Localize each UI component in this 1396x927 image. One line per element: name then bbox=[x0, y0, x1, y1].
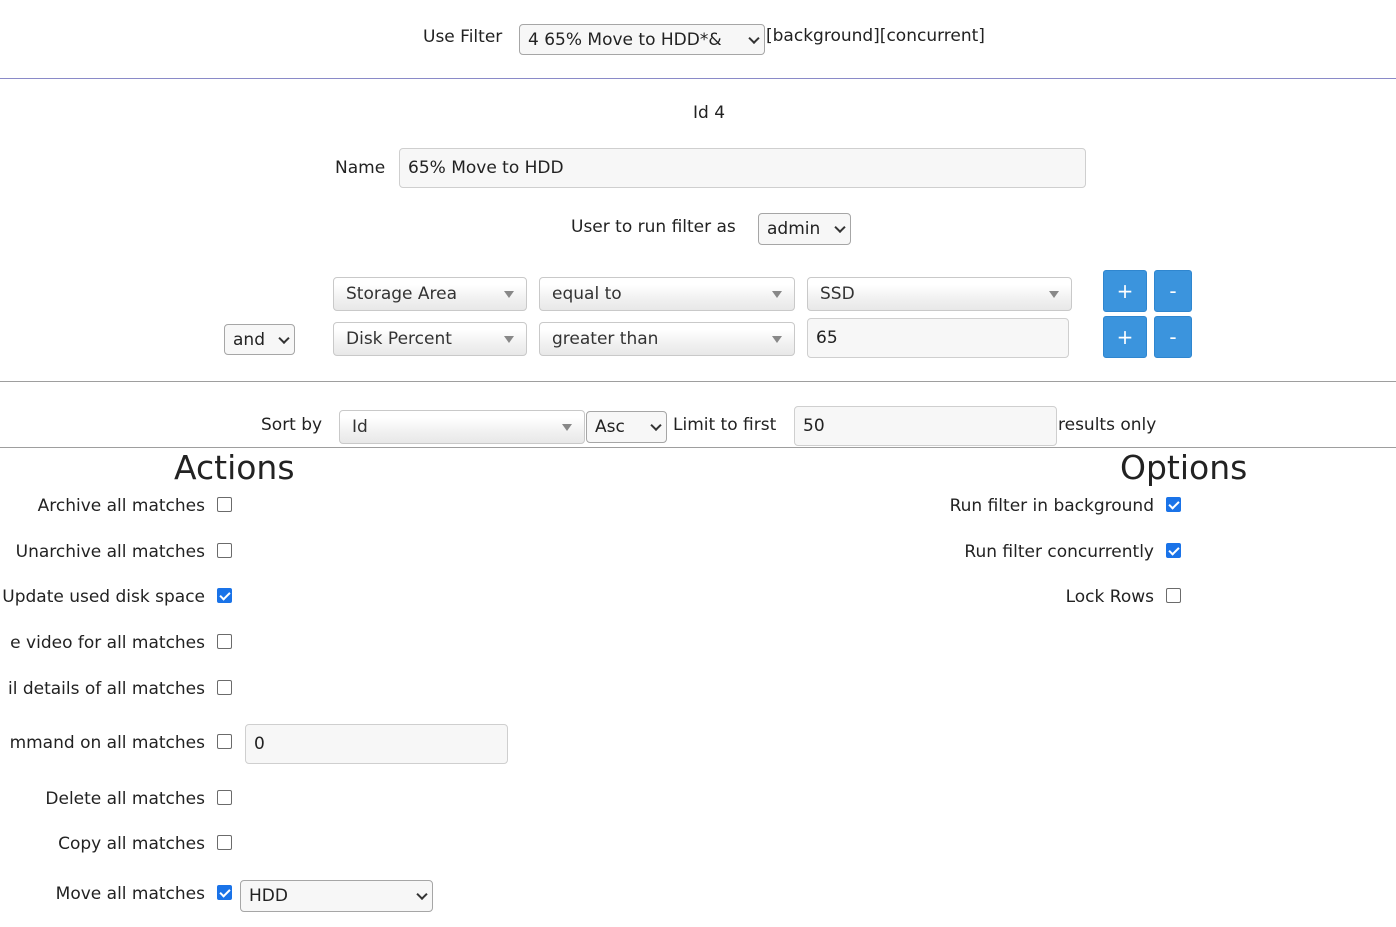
condition-2-remove-button[interactable]: - bbox=[1154, 316, 1192, 358]
condition-2-operator-select[interactable]: greater than bbox=[539, 322, 795, 356]
update-disk-space-label: Update used disk space bbox=[2, 587, 205, 607]
dropdown-triangle-icon bbox=[772, 291, 782, 298]
actions-heading: Actions bbox=[174, 448, 295, 487]
top-divider bbox=[0, 78, 1396, 79]
condition-1-remove-button[interactable]: - bbox=[1154, 270, 1192, 312]
lock-rows-checkbox[interactable] bbox=[1166, 588, 1181, 603]
move-destination-select[interactable]: HDD bbox=[240, 880, 433, 912]
filter-select-value: 4 65% Move to HDD*& bbox=[528, 29, 722, 50]
use-filter-label: Use Filter bbox=[423, 27, 503, 47]
condition-1-operator-select[interactable]: equal to bbox=[539, 277, 795, 311]
filter-select[interactable]: 4 65% Move to HDD*& bbox=[519, 24, 765, 55]
unarchive-label: Unarchive all matches bbox=[15, 542, 205, 562]
archive-checkbox[interactable] bbox=[217, 497, 232, 512]
sort-direction-select[interactable]: Asc bbox=[586, 411, 667, 443]
chevron-down-icon bbox=[834, 221, 846, 234]
copy-checkbox[interactable] bbox=[217, 835, 232, 850]
limit-label: Limit to first bbox=[673, 415, 777, 435]
name-input[interactable] bbox=[399, 148, 1086, 188]
move-destination-value: HDD bbox=[249, 886, 288, 906]
sort-field-value: Id bbox=[352, 417, 368, 437]
condition-2-operator-value: greater than bbox=[552, 329, 659, 349]
command-checkbox[interactable] bbox=[217, 734, 232, 749]
condition-2-connector-value: and bbox=[233, 329, 265, 350]
filter-flags: [background][concurrent] bbox=[766, 26, 985, 46]
condition-2-field-select[interactable]: Disk Percent bbox=[333, 322, 527, 356]
command-label: mmand on all matches bbox=[9, 733, 205, 753]
condition-2-field-value: Disk Percent bbox=[346, 329, 452, 349]
condition-1-field-select[interactable]: Storage Area bbox=[333, 277, 527, 311]
dropdown-triangle-icon bbox=[504, 336, 514, 343]
condition-2-add-button[interactable]: + bbox=[1103, 316, 1147, 358]
condition-1-operator-value: equal to bbox=[552, 284, 622, 304]
delete-checkbox[interactable] bbox=[217, 790, 232, 805]
filter-id: Id 4 bbox=[693, 103, 726, 123]
chevron-down-icon bbox=[278, 332, 290, 344]
video-label: e video for all matches bbox=[10, 633, 205, 653]
limit-suffix-label: results only bbox=[1058, 415, 1157, 435]
dropdown-triangle-icon bbox=[504, 291, 514, 298]
update-disk-space-checkbox[interactable] bbox=[217, 588, 232, 603]
run-as-user-value: admin bbox=[767, 219, 821, 239]
move-label: Move all matches bbox=[55, 884, 205, 904]
dropdown-triangle-icon bbox=[1049, 291, 1059, 298]
condition-1-field-value: Storage Area bbox=[346, 284, 458, 304]
options-heading: Options bbox=[1120, 448, 1248, 487]
condition-2-value-input[interactable] bbox=[807, 318, 1069, 358]
lock-rows-label: Lock Rows bbox=[1065, 587, 1154, 607]
condition-1-value: SSD bbox=[820, 284, 855, 304]
move-checkbox[interactable] bbox=[217, 885, 232, 900]
chevron-down-icon bbox=[748, 32, 760, 44]
conditions-divider bbox=[0, 381, 1396, 382]
run-concurrently-label: Run filter concurrently bbox=[964, 542, 1154, 562]
command-input[interactable] bbox=[245, 724, 508, 764]
run-in-background-label: Run filter in background bbox=[949, 496, 1154, 516]
video-checkbox[interactable] bbox=[217, 634, 232, 649]
sort-direction-value: Asc bbox=[595, 417, 625, 437]
run-as-user-select[interactable]: admin bbox=[758, 213, 851, 245]
archive-label: Archive all matches bbox=[37, 496, 205, 516]
condition-1-add-button[interactable]: + bbox=[1103, 270, 1147, 312]
unarchive-checkbox[interactable] bbox=[217, 543, 232, 558]
copy-label: Copy all matches bbox=[58, 834, 205, 854]
run-in-background-checkbox[interactable] bbox=[1166, 497, 1181, 512]
run-concurrently-checkbox[interactable] bbox=[1166, 543, 1181, 558]
condition-1-value-select[interactable]: SSD bbox=[807, 277, 1072, 311]
delete-label: Delete all matches bbox=[45, 789, 205, 809]
details-label: il details of all matches bbox=[7, 679, 205, 699]
name-label: Name bbox=[335, 158, 386, 178]
condition-2-connector-select[interactable]: and bbox=[224, 324, 295, 355]
sort-field-select[interactable]: Id bbox=[339, 410, 585, 444]
dropdown-triangle-icon bbox=[772, 336, 782, 343]
details-checkbox[interactable] bbox=[217, 680, 232, 695]
run-as-user-label: User to run filter as bbox=[571, 217, 736, 237]
chevron-down-icon bbox=[650, 419, 662, 432]
chevron-down-icon bbox=[416, 888, 428, 901]
limit-input[interactable] bbox=[794, 406, 1057, 446]
sort-by-label: Sort by bbox=[261, 415, 323, 435]
dropdown-triangle-icon bbox=[562, 424, 572, 431]
